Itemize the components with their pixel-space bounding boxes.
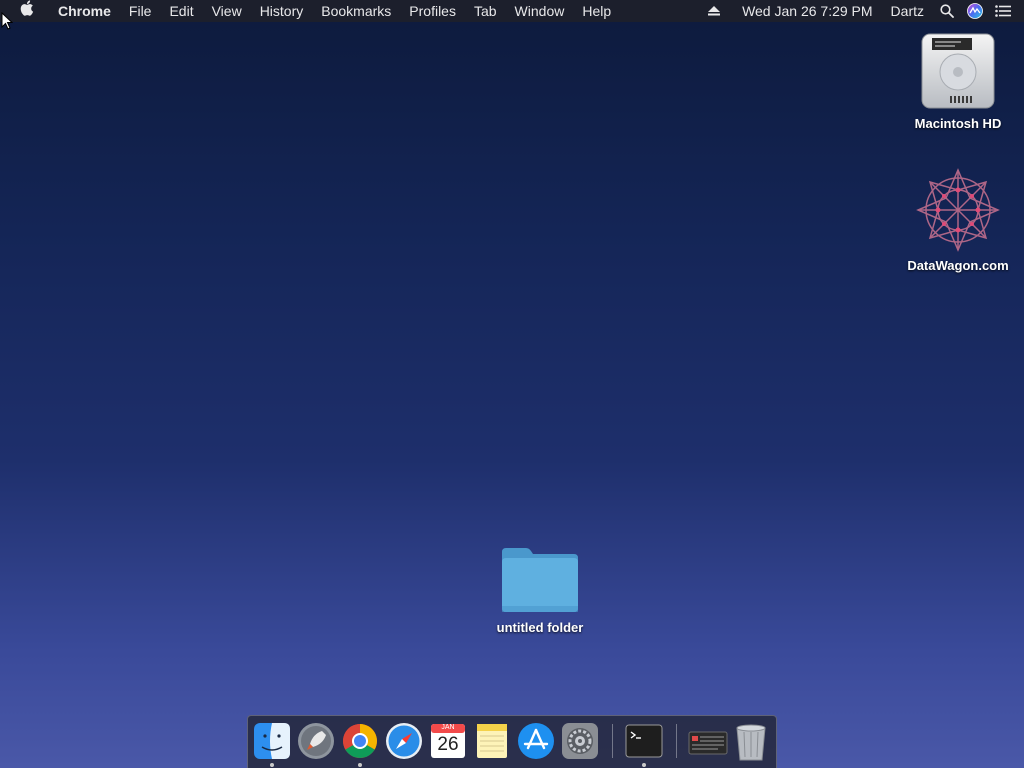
desktop-icon-untitled-folder[interactable]: untitled folder [470, 546, 610, 635]
datawagon-logo-icon [916, 168, 1000, 252]
notification-center-icon[interactable] [992, 0, 1014, 22]
menu-profiles[interactable]: Profiles [400, 0, 465, 22]
menu-file[interactable]: File [120, 0, 161, 22]
menu-clock[interactable]: Wed Jan 26 7:29 PM [728, 0, 881, 22]
apple-icon [20, 0, 34, 16]
downloads-stack-icon [688, 731, 728, 755]
system-preferences-icon [562, 723, 598, 759]
dock-chrome[interactable] [341, 722, 379, 760]
chrome-icon [343, 724, 377, 758]
desktop-icon-label: Macintosh HD [914, 116, 1002, 131]
folder-icon [502, 548, 578, 612]
launchpad-icon [298, 723, 334, 759]
trash-icon [736, 724, 766, 761]
menu-window[interactable]: Window [506, 0, 574, 22]
hard-drive-icon [921, 33, 995, 109]
siri-icon[interactable] [964, 0, 986, 22]
finder-icon [254, 723, 290, 759]
app-menu-chrome[interactable]: Chrome [49, 0, 120, 22]
dock-downloads-stack[interactable] [688, 722, 728, 760]
desktop-icon-label: DataWagon.com [907, 258, 1009, 273]
running-indicator [358, 763, 362, 767]
menu-edit[interactable]: Edit [160, 0, 202, 22]
dock-app-store[interactable] [517, 722, 555, 760]
cursor-arrow-icon [1, 11, 14, 30]
eject-icon[interactable] [703, 0, 725, 22]
desktop-icon-label: untitled folder [496, 620, 584, 635]
menu-bar-left: Chrome File Edit View History Bookmarks … [0, 0, 620, 22]
app-store-icon [518, 723, 554, 759]
running-indicator [642, 763, 646, 767]
notes-icon [477, 724, 507, 758]
terminal-icon [625, 724, 663, 758]
dock: JAN 26 [247, 715, 777, 768]
dock-trash[interactable] [734, 722, 772, 761]
menu-user[interactable]: Dartz [882, 0, 933, 22]
menu-view[interactable]: View [203, 0, 251, 22]
dock-finder[interactable] [253, 722, 291, 760]
spotlight-search-icon[interactable] [936, 0, 958, 22]
menu-history[interactable]: History [251, 0, 313, 22]
running-indicator [270, 763, 274, 767]
dock-notes[interactable] [473, 722, 511, 760]
menu-help[interactable]: Help [573, 0, 620, 22]
safari-icon [386, 723, 422, 759]
desktop-icon-macintosh-hd[interactable]: Macintosh HD [888, 32, 1024, 131]
dock-terminal[interactable] [625, 722, 663, 760]
calendar-day: 26 [437, 734, 459, 755]
dock-calendar[interactable]: JAN 26 [429, 722, 467, 760]
dock-safari[interactable] [385, 722, 423, 760]
menu-tab[interactable]: Tab [465, 0, 506, 22]
calendar-month: JAN [441, 724, 455, 731]
menu-bookmarks[interactable]: Bookmarks [312, 0, 400, 22]
mouse-cursor [1, 11, 14, 35]
dock-separator [676, 724, 677, 758]
dock-system-preferences[interactable] [561, 722, 599, 760]
dock-launchpad[interactable] [297, 722, 335, 760]
menu-bar-right: Wed Jan 26 7:29 PM Dartz [700, 0, 1024, 22]
desktop-icon-datawagon[interactable]: DataWagon.com [888, 168, 1024, 273]
menu-bar: Chrome File Edit View History Bookmarks … [0, 0, 1024, 22]
dock-separator [612, 724, 613, 758]
